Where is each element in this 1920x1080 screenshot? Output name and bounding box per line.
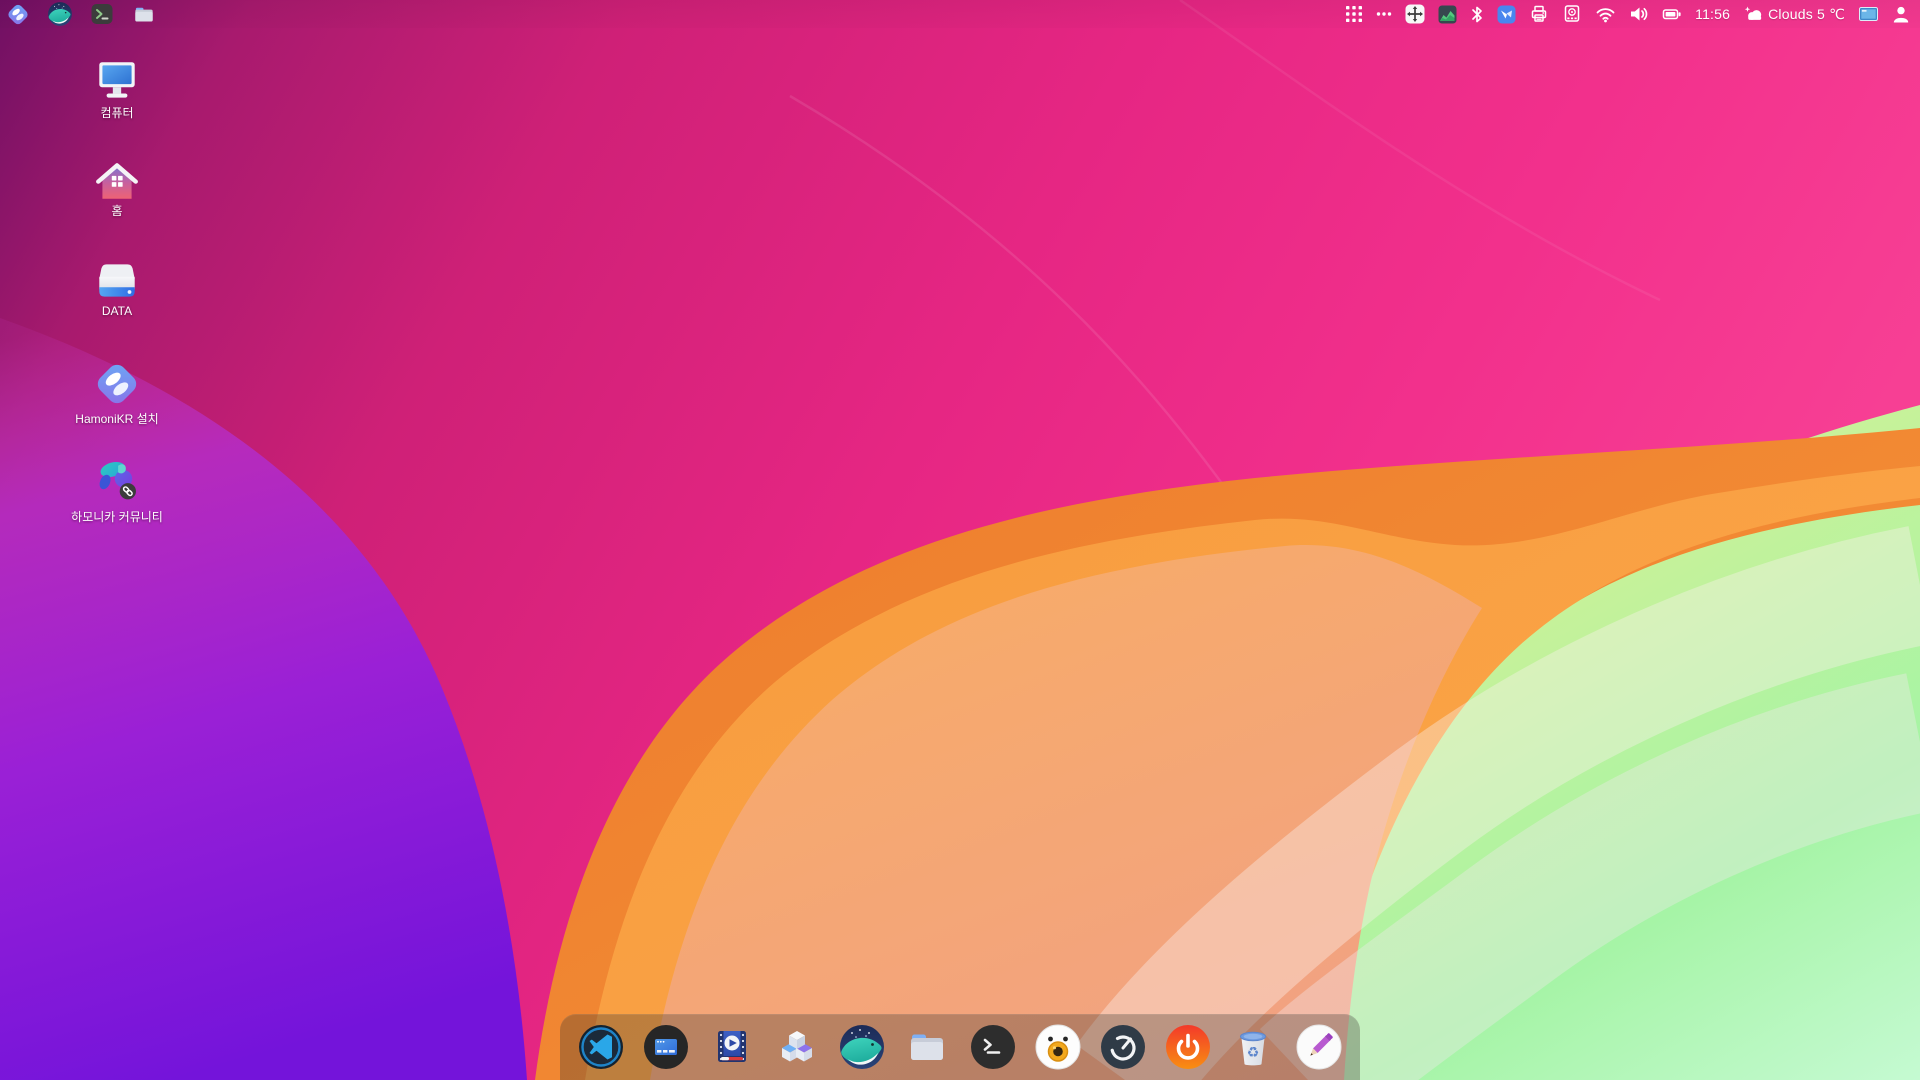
desktop-icon-label: 홈 xyxy=(111,205,122,219)
hamonikr-logo-icon xyxy=(91,358,143,410)
move-arrows-icon[interactable] xyxy=(1405,0,1425,28)
monitor-icon xyxy=(92,60,142,104)
weather-text: Clouds 5 ℃ xyxy=(1768,6,1845,23)
harddisk-icon xyxy=(92,260,142,302)
top-panel: 11:56 Clouds 5 ℃ xyxy=(0,0,1920,28)
desktop-icon-hamonikr-install[interactable]: HamoniKR 설치 xyxy=(55,358,179,427)
folder-icon xyxy=(903,1023,951,1071)
terminal-icon xyxy=(90,2,114,26)
desktop-icon-community[interactable]: 하모니카 커뮤니티 xyxy=(55,456,179,525)
dock-vscode[interactable] xyxy=(577,1023,625,1071)
filmstrip-play-icon xyxy=(708,1023,756,1071)
face-icon xyxy=(1034,1023,1082,1071)
desktop-icon-home[interactable]: 홈 xyxy=(55,156,179,219)
community-link-icon xyxy=(91,456,143,508)
dock-input-settings[interactable] xyxy=(642,1023,690,1071)
desktop-icon-label: 컴퓨터 xyxy=(100,107,133,121)
whale-browser-launcher[interactable] xyxy=(47,1,73,27)
hamonikr-menu-button[interactable] xyxy=(5,1,31,27)
desktop-wallpaper xyxy=(0,0,1920,1080)
printer-icon[interactable] xyxy=(1529,0,1549,28)
dock-software-packages[interactable] xyxy=(773,1023,821,1071)
trash-can-icon: ♻ xyxy=(1229,1023,1277,1071)
overflow-menu-icon[interactable] xyxy=(1376,0,1392,28)
system-tray: 11:56 Clouds 5 ℃ xyxy=(1345,0,1920,28)
clock-applet[interactable]: 11:56 xyxy=(1695,0,1730,28)
whale-icon xyxy=(47,1,73,27)
user-icon[interactable] xyxy=(1892,0,1910,28)
blue-sync-icon[interactable] xyxy=(1497,0,1516,28)
cubes-icon xyxy=(773,1023,821,1071)
dock-hamonikr-app[interactable] xyxy=(1034,1023,1082,1071)
hamonikr-logo-icon xyxy=(5,1,31,28)
desktop-icon-label: 하모니카 커뮤니티 xyxy=(71,511,163,525)
vscode-icon xyxy=(577,1023,625,1071)
battery-icon[interactable] xyxy=(1662,0,1682,28)
cpu-graph-icon[interactable] xyxy=(1438,0,1457,28)
svg-text:♻: ♻ xyxy=(1247,1045,1260,1061)
gauge-icon xyxy=(1099,1023,1147,1071)
weather-applet[interactable]: Clouds 5 ℃ xyxy=(1743,0,1845,28)
whale-icon xyxy=(838,1023,886,1071)
desktop-icon-computer[interactable]: 컴퓨터 xyxy=(55,60,179,121)
pencil-icon xyxy=(1295,1023,1343,1071)
terminal-launcher[interactable] xyxy=(89,1,115,27)
dock-terminal[interactable] xyxy=(969,1023,1017,1071)
panel-launchers xyxy=(0,0,157,28)
dock-system-optimizer[interactable] xyxy=(1099,1023,1147,1071)
dock-trash[interactable]: ♻ xyxy=(1229,1023,1277,1071)
clock-text: 11:56 xyxy=(1695,6,1730,22)
desktop-icon-data[interactable]: DATA xyxy=(55,260,179,319)
terminal-prompt-icon xyxy=(969,1023,1017,1071)
folder-icon xyxy=(131,1,157,28)
dock-whale-browser[interactable] xyxy=(838,1023,886,1071)
desktop-icon-label: DATA xyxy=(102,305,132,319)
dock-shutdown[interactable] xyxy=(1164,1023,1212,1071)
dock-file-manager[interactable] xyxy=(903,1023,951,1071)
dock-text-editor[interactable] xyxy=(1295,1023,1343,1071)
display-icon[interactable] xyxy=(1858,0,1879,28)
dock: ♻ xyxy=(560,1014,1360,1080)
speaker-icon[interactable] xyxy=(1629,0,1649,28)
house-icon xyxy=(92,156,142,202)
wifi-icon[interactable] xyxy=(1595,0,1616,28)
files-launcher[interactable] xyxy=(131,1,157,27)
dock-media-player[interactable] xyxy=(708,1023,756,1071)
bluetooth-icon[interactable] xyxy=(1470,0,1484,28)
app-window-icon xyxy=(642,1023,690,1071)
scanner-icon[interactable] xyxy=(1562,0,1582,28)
desktop-icon-label: HamoniKR 설치 xyxy=(75,413,158,427)
partly-cloudy-icon xyxy=(1743,5,1764,23)
app-grid-icon[interactable] xyxy=(1345,0,1363,28)
power-icon xyxy=(1164,1023,1212,1071)
